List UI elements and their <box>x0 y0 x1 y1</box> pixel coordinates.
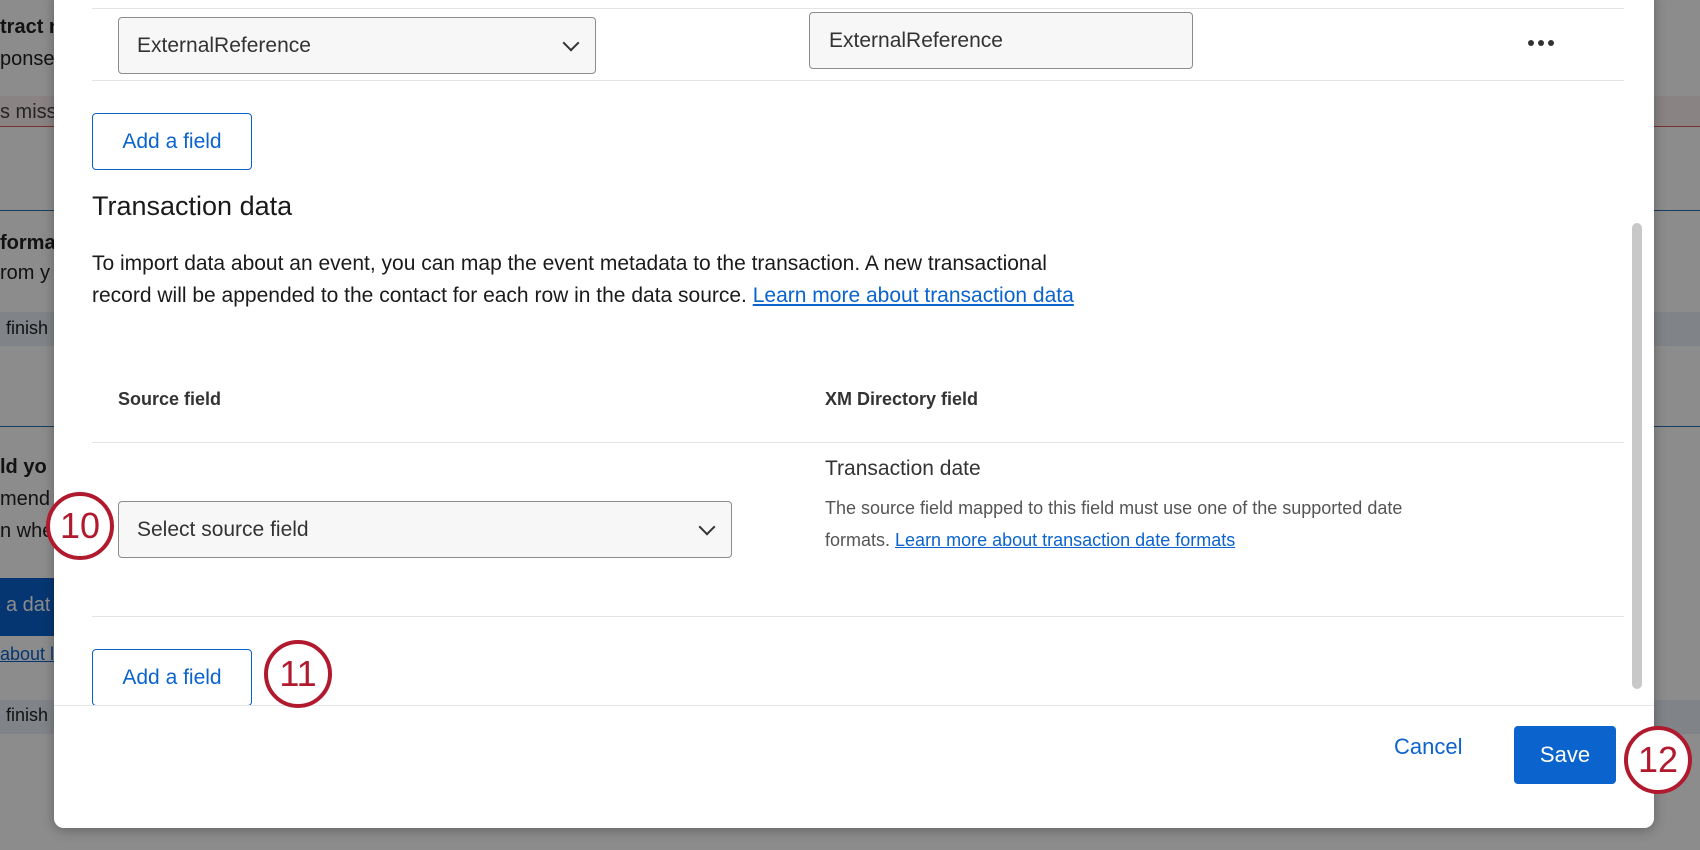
dialog-footer <box>54 705 1654 828</box>
callout-badge: 10 <box>46 492 114 560</box>
learn-more-transaction-link[interactable]: Learn more about transaction data <box>753 284 1074 307</box>
column-header-source: Source field <box>118 389 222 409</box>
dialog-body: ExternalReference ExternalReference Add … <box>54 0 1654 705</box>
transaction-date-label: Transaction date <box>825 457 981 480</box>
save-button[interactable]: Save <box>1514 726 1616 784</box>
section-description: To import data about an event, you can m… <box>92 248 1082 312</box>
add-transaction-field-button[interactable]: Add a field <box>92 649 252 705</box>
scrollbar-thumb[interactable] <box>1632 223 1642 689</box>
chevron-down-icon <box>698 518 716 535</box>
directory-field-input[interactable]: ExternalReference <box>809 12 1193 69</box>
row-divider <box>92 616 1624 617</box>
more-horizontal-icon[interactable] <box>1528 40 1554 46</box>
transaction-date-help: The source field mapped to this field mu… <box>825 492 1465 556</box>
section-title: Transaction data <box>92 191 293 221</box>
chevron-down-icon <box>562 34 580 51</box>
row-divider <box>92 442 1624 443</box>
callout-badge: 12 <box>1624 726 1692 794</box>
date-formats-link[interactable]: Learn more about transaction date format… <box>895 530 1235 550</box>
row-divider <box>92 8 1624 9</box>
transaction-source-select[interactable]: Select source field <box>118 501 732 558</box>
row-divider <box>92 80 1624 81</box>
column-header-target: XM Directory field <box>825 389 979 409</box>
callout-badge: 11 <box>264 640 332 708</box>
input-value: ExternalReference <box>829 28 1003 52</box>
source-field-select[interactable]: ExternalReference <box>118 17 596 74</box>
select-value: ExternalReference <box>137 33 311 57</box>
cancel-button[interactable]: Cancel <box>1394 734 1462 760</box>
select-placeholder: Select source field <box>137 517 309 541</box>
add-field-button[interactable]: Add a field <box>92 113 252 170</box>
